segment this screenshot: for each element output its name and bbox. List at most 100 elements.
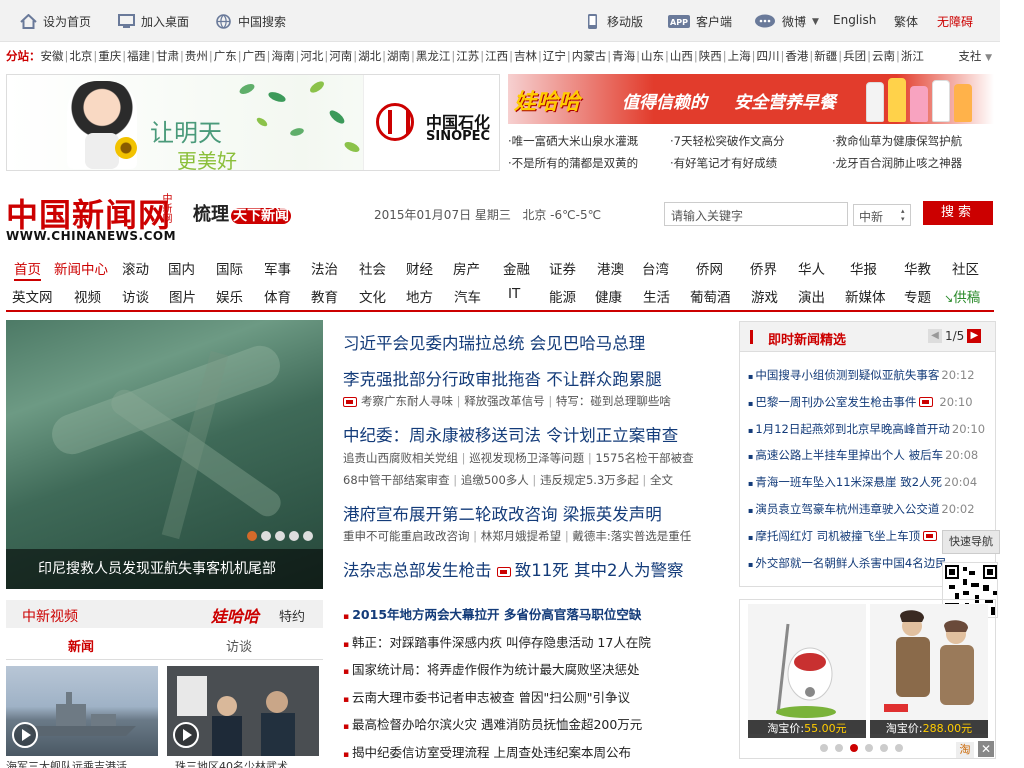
nav-item[interactable]: 社区 [952, 258, 979, 278]
nav-item[interactable]: ↘供稿 [944, 286, 980, 306]
client-link[interactable]: APP 客户端 [668, 13, 732, 30]
nav-item[interactable]: 房产 [453, 258, 480, 278]
nav-item[interactable]: 财经 [406, 258, 433, 278]
search-input[interactable]: 请输入关键字 [664, 202, 848, 226]
nav-item[interactable]: 新闻中心 [54, 258, 108, 278]
tab-interview[interactable]: 访谈 [226, 636, 252, 655]
nav-item[interactable]: 侨网 [696, 258, 723, 278]
nav-item[interactable]: 专题 [904, 286, 931, 306]
product-image[interactable] [748, 604, 866, 734]
nav-item[interactable]: IT [508, 286, 520, 302]
region-link[interactable]: 浙江 [901, 49, 924, 63]
headline[interactable]: 李克强批部分行政审批拖沓 不让群众跑累腿 [343, 366, 662, 390]
region-link[interactable]: 江西 [485, 49, 508, 63]
region-link[interactable]: 湖北 [358, 49, 381, 63]
slider-dot[interactable] [835, 744, 843, 752]
sub-link[interactable]: 林郑月娥提希望 [481, 529, 562, 543]
nav-item[interactable]: 国际 [216, 258, 243, 278]
sub-link[interactable]: 释放强改革信号 [464, 394, 545, 408]
instant-news-item[interactable]: 演员袁立驾豪车杭州违章驶入公交道20:02 [748, 501, 974, 517]
region-link[interactable]: 青海 [612, 49, 635, 63]
sub-link[interactable]: 追缴500多人 [461, 473, 529, 487]
region-link[interactable]: 山西 [670, 49, 693, 63]
ad-link[interactable]: ·7天轻松突破作文高分 [670, 133, 832, 149]
video-thumbnail[interactable] [6, 666, 158, 756]
video-caption[interactable]: 海军三大舰队远乘吉港活 [6, 758, 158, 768]
add-desktop-link[interactable]: 加入桌面 [118, 13, 189, 30]
nav-item[interactable]: 游戏 [751, 286, 778, 306]
nav-item[interactable]: 健康 [595, 286, 622, 306]
slider-dot[interactable] [275, 531, 285, 541]
sponsor-brand[interactable]: 娃哈哈 [211, 603, 259, 627]
hero-slider[interactable]: 印尼搜救人员发现亚航失事客机机尾部 [6, 320, 323, 589]
ad-link[interactable]: ·不是所有的蒲都是双黄的 [508, 155, 670, 171]
slider-dot[interactable] [865, 744, 873, 752]
slider-dot[interactable] [895, 744, 903, 752]
weibo-link[interactable]: 微博 ▼ [754, 13, 819, 30]
tab-news[interactable]: 新闻 [68, 636, 94, 655]
nav-item[interactable]: 港澳 [597, 258, 624, 278]
region-link[interactable]: 贵州 [185, 49, 208, 63]
instant-news-item[interactable]: 中国搜寻小组侦测到疑似亚航失事客20:12 [748, 367, 974, 383]
mobile-link[interactable]: 移动版 [584, 13, 643, 30]
nav-item[interactable]: 华教 [904, 258, 931, 278]
ad-link[interactable]: ·唯一富硒大米山泉水灌溉 [508, 133, 670, 149]
nav-item[interactable]: 社会 [359, 258, 386, 278]
region-link[interactable]: 黑龙江 [416, 49, 451, 63]
nav-item[interactable]: 教育 [311, 286, 338, 306]
region-link[interactable]: 湖南 [387, 49, 410, 63]
headline[interactable]: 中纪委：周永康被移送司法 令计划正立案审查 [343, 422, 678, 446]
play-icon[interactable] [173, 722, 199, 748]
sub-link[interactable]: 全文 [650, 473, 673, 487]
region-link[interactable]: 海南 [272, 49, 295, 63]
news-list-item[interactable]: 韩正：对踩踏事件深感内疚 叫停存隐患活动 17人在院 [343, 632, 651, 651]
headline[interactable]: 法杂志总部发生枪击 致11死 其中2人为警察 [343, 557, 684, 581]
region-link[interactable]: 辽宁 [543, 49, 566, 63]
quick-nav-button[interactable]: 快速导航 [942, 530, 1000, 554]
instant-news-item[interactable]: 摩托闯红灯 司机被撞飞坐上车顶 [748, 528, 943, 544]
region-link[interactable]: 香港 [785, 49, 808, 63]
nav-item[interactable]: 金融 [503, 258, 530, 278]
search-scope-select[interactable]: 中新 [853, 204, 911, 226]
slider-dot[interactable] [850, 744, 858, 752]
region-link[interactable]: 甘肃 [156, 49, 179, 63]
news-list-item[interactable]: 揭中纪委信访室受理流程 上周查处违纪案本周公布 [343, 742, 631, 761]
product-image[interactable] [870, 604, 988, 734]
nav-item[interactable]: 军事 [264, 258, 291, 278]
nav-item[interactable]: 证券 [549, 258, 576, 278]
ad-banner-left[interactable]: 让明天 更美好 中国石化 SINOPEC [6, 74, 500, 171]
close-icon[interactable]: ✕ [978, 741, 994, 757]
nav-item[interactable]: 访谈 [122, 286, 149, 306]
region-link[interactable]: 四川 [757, 49, 780, 63]
prev-arrow-icon[interactable]: ◀ [928, 329, 942, 343]
instant-news-item[interactable]: 青海一班车坠入11米深悬崖 致2人死20:04 [748, 474, 977, 490]
nav-item[interactable]: 体育 [264, 286, 291, 306]
region-link[interactable]: 兵团 [843, 49, 866, 63]
product-price[interactable]: 淘宝价:55.00元 [748, 720, 866, 738]
headline[interactable]: 港府宣布展开第二轮政改咨询 梁振英发声明 [343, 501, 662, 525]
slider-dot[interactable] [880, 744, 888, 752]
region-link[interactable]: 吉林 [514, 49, 537, 63]
slider-dot[interactable] [289, 531, 299, 541]
slider-dot[interactable] [820, 744, 828, 752]
sub-link[interactable]: 考察广东耐人寻味 [361, 394, 453, 408]
nav-item[interactable]: 生活 [643, 286, 670, 306]
region-link[interactable]: 江苏 [456, 49, 479, 63]
english-link[interactable]: English [833, 13, 876, 27]
nav-item[interactable]: 首页 [14, 258, 41, 281]
sub-link[interactable]: 戴德丰:落实普选是重任 [572, 529, 691, 543]
instant-news-title[interactable]: 即时新闻精选 [768, 329, 846, 348]
nav-item[interactable]: 葡萄酒 [690, 286, 731, 306]
region-link[interactable]: 安徽 [41, 49, 64, 63]
nav-item[interactable]: 娱乐 [216, 286, 243, 306]
nav-item[interactable]: 文化 [359, 286, 386, 306]
region-link[interactable]: 河南 [329, 49, 352, 63]
region-link[interactable]: 河北 [300, 49, 323, 63]
sub-link[interactable]: 巡视发现杨卫泽等问题 [469, 451, 584, 465]
nav-item[interactable]: 华报 [850, 258, 877, 278]
video-section-title[interactable]: 中新视频 [22, 606, 78, 626]
sub-link[interactable]: 特写：碰到总理聊些啥 [556, 394, 671, 408]
sub-link[interactable]: 1575名检干部被查 [595, 451, 693, 465]
next-arrow-icon[interactable]: ▶ [967, 329, 982, 343]
ad-banner-right[interactable]: 娃哈哈 值得信赖的 安全营养早餐 [508, 74, 994, 124]
